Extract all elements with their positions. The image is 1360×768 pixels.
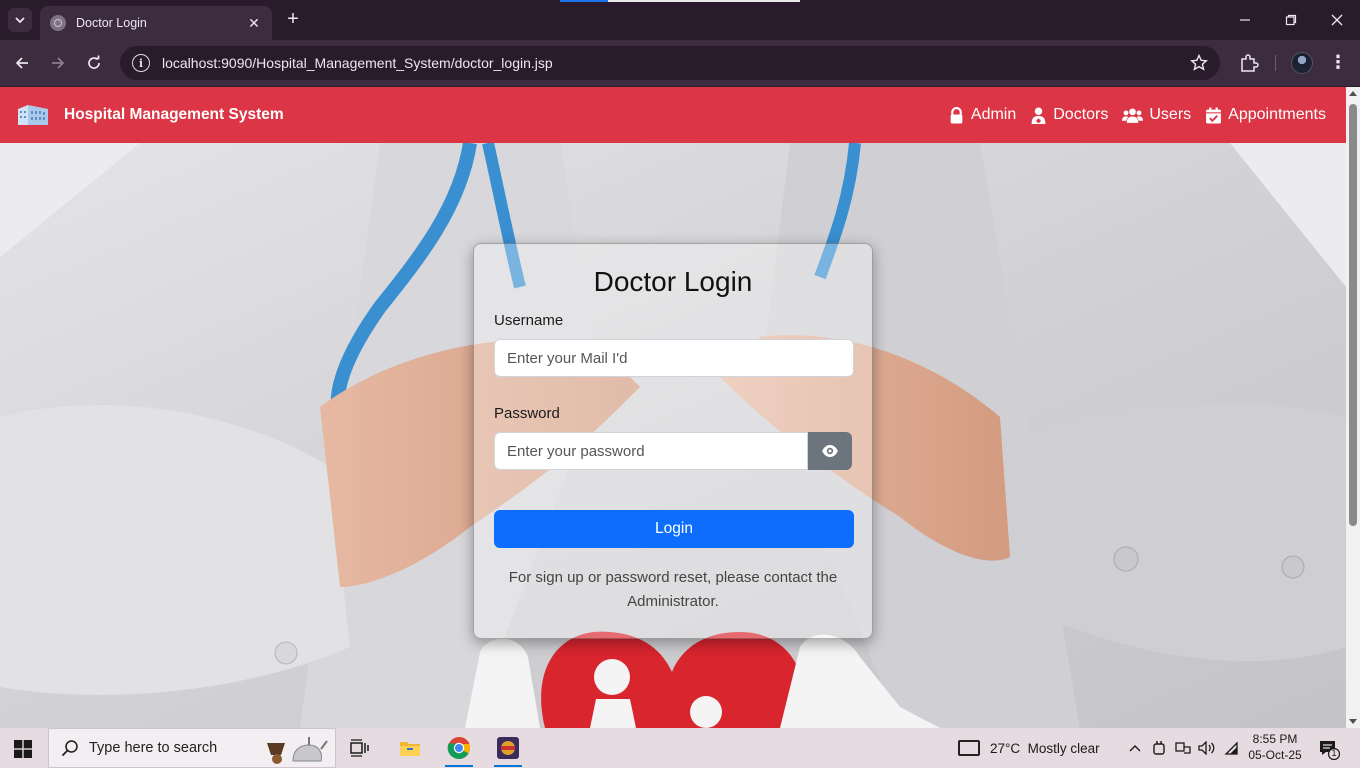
users-icon [1122,107,1144,123]
page-viewport: Hospital Management System Admin Doctors… [0,87,1346,728]
browser-tab[interactable]: Doctor Login ✕ [40,6,272,40]
nav-link-label: Doctors [1053,106,1109,123]
arrow-left-icon [15,57,28,69]
arrow-right-icon [52,57,65,69]
forward-button[interactable] [45,50,71,76]
browser-tabbar: Doctor Login ✕ + [0,0,1360,40]
clock-time: 8:55 PM [1252,732,1298,746]
bookmark-star-icon[interactable] [1190,54,1208,72]
search-icon [61,740,78,757]
close-icon [1331,14,1343,26]
toolbar-divider [1275,55,1276,71]
search-placeholder: Type here to search [89,740,218,756]
weather-widget[interactable]: 27°C Mostly clear [958,728,1100,768]
nav-link-doctors[interactable]: Doctors [1030,106,1108,124]
close-tab-icon[interactable]: ✕ [246,15,262,32]
username-input[interactable]: Enter your Mail I'd [494,339,854,377]
nav-link-appointments[interactable]: Appointments [1205,106,1326,124]
nav-link-label: Appointments [1228,106,1326,123]
profile-avatar[interactable] [1291,52,1313,74]
globe-icon [50,15,66,31]
folder-icon [400,742,420,756]
chrome-taskbar-button[interactable] [437,728,481,768]
back-button[interactable] [9,50,35,76]
password-label: Password [494,405,560,422]
app-icon [497,737,519,759]
username-label: Username [494,312,564,329]
notification-count: 1 [1331,748,1337,758]
nav-link-users[interactable]: Users [1122,106,1191,124]
task-view-icon [350,739,369,757]
url-text[interactable]: localhost:9090/Hospital_Management_Syste… [162,55,1220,71]
login-card: Doctor Login Username Enter your Mail I'… [473,243,873,639]
weather-text: 27°C Mostly clear [990,740,1100,756]
notification-center-button[interactable]: 1 [1318,738,1341,761]
password-input[interactable]: Enter your password [494,432,809,470]
news-weather-icon [958,740,980,756]
taskbar-clock[interactable]: 8:55 PM 05-Oct-25 [1240,731,1310,763]
scroll-down-arrow-icon[interactable] [1349,719,1357,724]
app-taskbar-button[interactable] [486,728,530,768]
tab-accent [560,0,608,2]
site-info-icon[interactable]: i [132,54,150,72]
task-view-button[interactable] [338,728,382,768]
file-explorer-button[interactable] [388,728,432,768]
nav-link-admin[interactable]: Admin [948,106,1016,124]
lock-icon [950,106,963,123]
volume-icon[interactable] [1196,740,1218,756]
system-tray [1124,728,1244,768]
reload-button[interactable] [81,50,107,76]
taskbar-search-box[interactable]: Type here to search [48,728,336,768]
tab-title: Doctor Login [76,16,147,30]
scroll-up-arrow-icon[interactable] [1349,91,1357,96]
scrollbar-thumb[interactable] [1349,104,1357,526]
tab-accent [608,0,800,2]
windows-start-icon[interactable] [14,740,32,758]
new-tab-button[interactable]: + [282,8,304,32]
browser-menu-icon[interactable]: ⋮ [1328,52,1348,74]
meet-now-icon[interactable] [1148,740,1170,756]
site-navbar: Hospital Management System Admin Doctors… [0,87,1346,143]
address-bar[interactable]: i localhost:9090/Hospital_Management_Sys… [120,46,1220,80]
nav-link-label: Admin [970,106,1017,123]
extensions-icon[interactable] [1238,52,1260,74]
hospital-building-icon [18,105,48,125]
toggle-password-button[interactable] [808,432,852,470]
minimize-icon [1240,19,1250,21]
brand-title[interactable]: Hospital Management System [64,106,934,124]
restore-icon [1285,14,1297,26]
wifi-icon[interactable] [1220,740,1242,756]
chevron-down-icon [15,17,25,24]
help-note: For sign up or password reset, please co… [508,569,838,610]
minimize-button[interactable] [1222,0,1268,40]
close-window-button[interactable] [1314,0,1360,40]
login-button[interactable]: Login [494,510,854,548]
user-doctor-icon [1031,107,1046,124]
network-icon[interactable] [1172,740,1194,756]
nav-link-label: Users [1149,106,1192,123]
restore-button[interactable] [1268,0,1314,40]
password-group: Enter your password [494,432,852,470]
page-scrollbar[interactable] [1346,87,1360,728]
login-title: Doctor Login [593,266,753,297]
windows-taskbar: Type here to search 27°C Mostly clear 8:… [0,728,1360,768]
search-highlight-icon [267,737,328,764]
chevron-up-icon[interactable] [1124,740,1146,756]
calendar-check-icon [1206,107,1222,123]
chrome-icon [447,736,470,759]
eye-icon [822,445,839,457]
browser-toolbar: i localhost:9090/Hospital_Management_Sys… [0,40,1360,86]
clock-date: 05-Oct-25 [1248,748,1302,762]
tab-search-button[interactable] [8,8,32,32]
reload-icon [88,55,100,69]
